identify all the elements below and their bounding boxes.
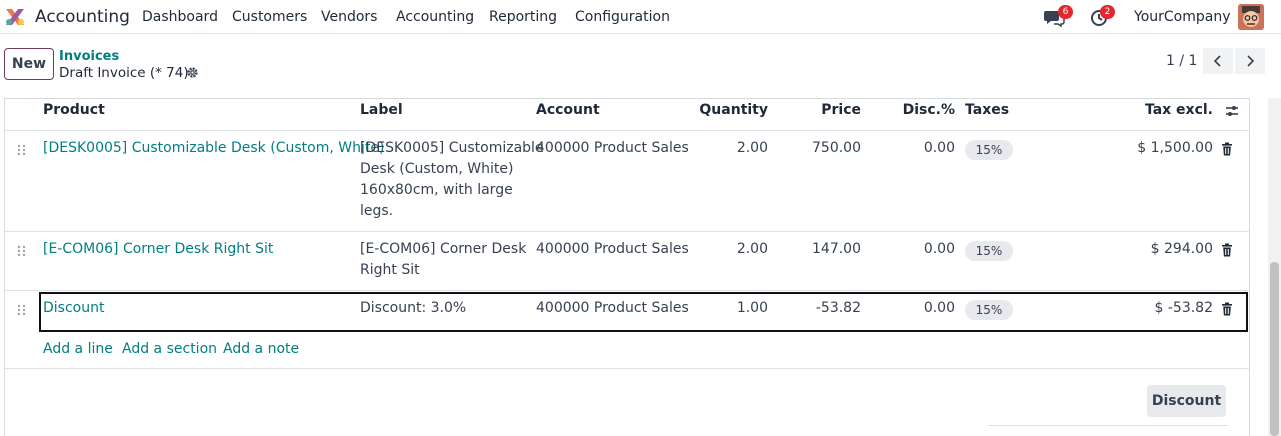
row-quantity[interactable]: 2.00: [690, 138, 768, 159]
activities-badge: 2: [1100, 5, 1115, 19]
menu-customers[interactable]: Customers: [232, 9, 307, 25]
col-header-taxes[interactable]: Taxes: [965, 102, 1009, 118]
col-header-tax-excl[interactable]: Tax excl.: [1100, 102, 1213, 118]
tax-tag[interactable]: 15%: [965, 300, 1013, 320]
chevron-left-icon: [1213, 55, 1221, 67]
menu-dashboard[interactable]: Dashboard: [142, 9, 218, 25]
breadcrumb-invoices[interactable]: Invoices: [59, 49, 119, 64]
col-header-account[interactable]: Account: [536, 102, 600, 118]
new-button[interactable]: New: [4, 48, 54, 80]
pager-next-button[interactable]: [1235, 48, 1265, 74]
tax-tag[interactable]: 15%: [965, 241, 1013, 261]
drag-handle-icon[interactable]: [17, 245, 26, 257]
row-label-line[interactable]: Desk (Custom, White): [360, 159, 513, 180]
optional-columns-icon[interactable]: [1225, 104, 1239, 118]
row-discount[interactable]: 0.00: [880, 138, 955, 159]
row-account[interactable]: 400000 Product Sales: [536, 239, 689, 260]
col-header-price[interactable]: Price: [790, 102, 861, 118]
header-divider: [5, 130, 1249, 131]
trash-icon[interactable]: [1221, 142, 1233, 156]
menu-configuration[interactable]: Configuration: [575, 9, 670, 25]
add-note-link[interactable]: Add a note: [223, 341, 299, 357]
chevron-right-icon: [1247, 55, 1255, 67]
row-divider: [5, 290, 1249, 291]
tax-tag[interactable]: 15%: [965, 140, 1013, 160]
trash-icon[interactable]: [1221, 302, 1233, 316]
col-header-product[interactable]: Product: [43, 102, 105, 118]
totals-divider: [988, 425, 1228, 426]
row-product[interactable]: [DESK0005] Customizable Desk (Custom, Wh…: [43, 138, 384, 159]
row-account[interactable]: 400000 Product Sales: [536, 138, 689, 159]
discount-button[interactable]: Discount: [1147, 385, 1226, 417]
row-label-line[interactable]: legs.: [360, 201, 393, 222]
row-quantity[interactable]: 2.00: [690, 239, 768, 260]
messages-badge: 6: [1058, 5, 1073, 19]
row-product[interactable]: Discount: [43, 298, 104, 319]
row-price[interactable]: -53.82: [790, 298, 861, 319]
table-bottom-divider: [5, 368, 1249, 369]
row-label-line[interactable]: Discount: 3.0%: [360, 298, 466, 319]
row-price[interactable]: 147.00: [790, 239, 861, 260]
add-line-link[interactable]: Add a line: [43, 341, 113, 357]
row-quantity[interactable]: 1.00: [690, 298, 768, 319]
row-label-line[interactable]: Right Sit: [360, 260, 420, 281]
row-account[interactable]: 400000 Product Sales: [536, 298, 689, 319]
col-header-discount[interactable]: Disc.%: [880, 102, 955, 118]
app-name[interactable]: Accounting: [35, 7, 130, 27]
row-subtotal: $ 294.00: [1150, 241, 1213, 257]
drag-handle-icon[interactable]: [17, 144, 26, 156]
menu-reporting[interactable]: Reporting: [489, 9, 557, 25]
add-section-link[interactable]: Add a section: [122, 341, 217, 357]
accounting-app-icon[interactable]: [4, 7, 26, 27]
row-price[interactable]: 750.00: [790, 138, 861, 159]
row-subtotal: $ -53.82: [1154, 300, 1214, 316]
row-divider: [5, 231, 1249, 232]
gear-icon[interactable]: [186, 66, 199, 79]
breadcrumb-current: Draft Invoice (* 74): [59, 65, 189, 81]
top-navbar: Accounting Dashboard Customers Vendors A…: [0, 0, 1281, 34]
row-label-line[interactable]: 160x80cm, with large: [360, 180, 513, 201]
menu-accounting[interactable]: Accounting: [396, 9, 474, 25]
company-switcher[interactable]: YourCompany: [1134, 9, 1231, 25]
row-discount[interactable]: 0.00: [880, 239, 955, 260]
row-product[interactable]: [E-COM06] Corner Desk Right Sit: [43, 239, 273, 260]
drag-handle-icon[interactable]: [17, 304, 26, 316]
row-subtotal: $ 1,500.00: [1137, 140, 1213, 156]
col-header-quantity[interactable]: Quantity: [690, 102, 768, 118]
user-avatar[interactable]: [1238, 4, 1264, 30]
trash-icon[interactable]: [1221, 243, 1233, 257]
menu-vendors[interactable]: Vendors: [321, 9, 377, 25]
col-header-label[interactable]: Label: [360, 102, 403, 118]
pager-value[interactable]: 1 / 1: [1166, 53, 1197, 69]
row-label-line[interactable]: [E-COM06] Corner Desk: [360, 239, 526, 260]
scrollbar-thumb[interactable]: [1270, 262, 1279, 436]
pager-previous-button[interactable]: [1203, 48, 1233, 74]
avatar-face-icon: [1238, 4, 1264, 30]
row-label-line[interactable]: [DESK0005] Customizable: [360, 138, 544, 159]
row-discount[interactable]: 0.00: [880, 298, 955, 319]
